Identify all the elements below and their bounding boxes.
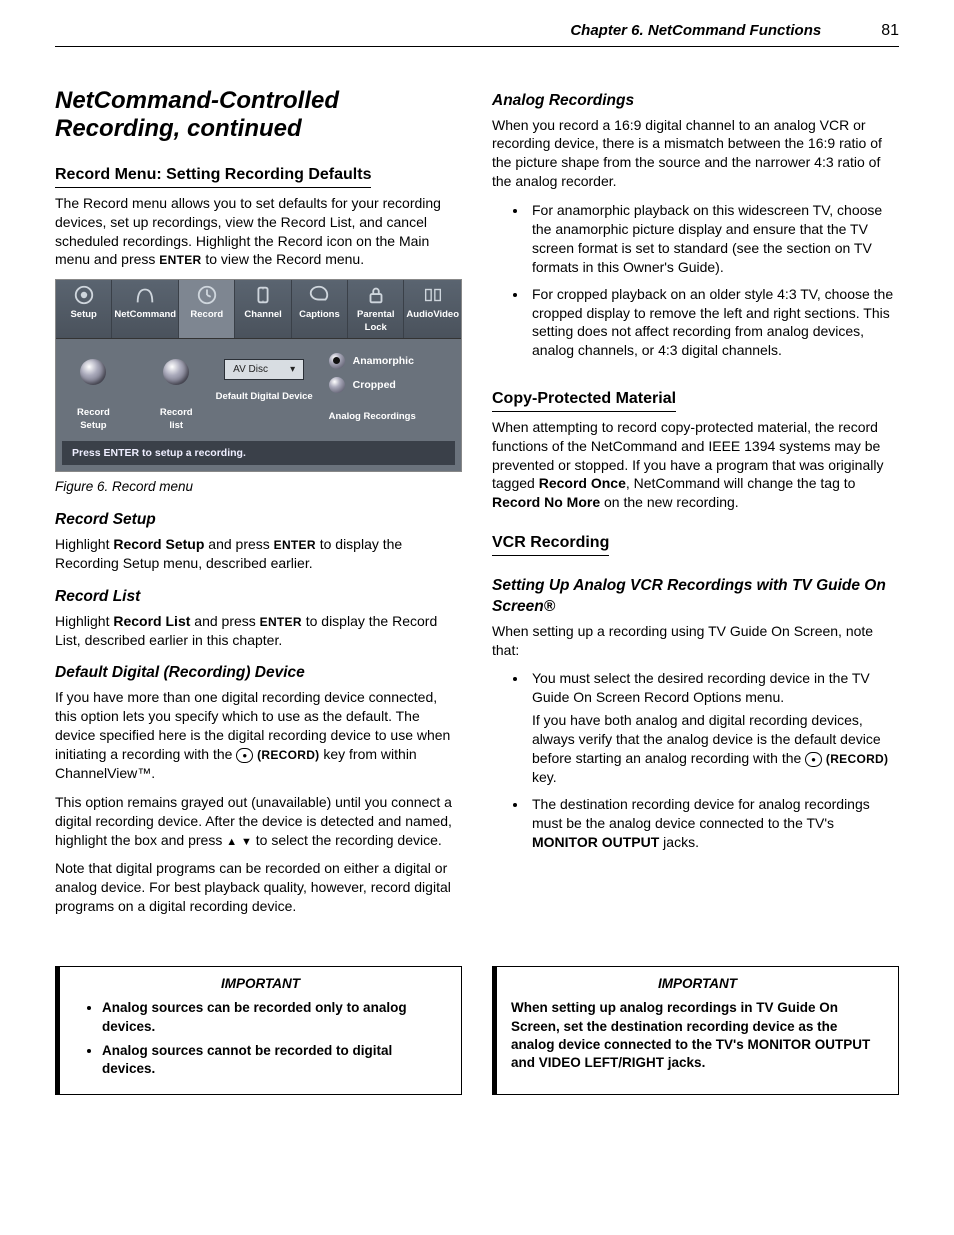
subhead-default-device: Default Digital (Recording) Device [55,663,462,684]
list-item: You must select the desired recording de… [528,669,899,786]
radio-anamorphic: Anamorphic [329,353,453,369]
page-number: 81 [881,20,899,42]
tab-netcommand: NetCommand [112,280,179,338]
default-device-dropdown: AV Disc▾ [224,359,304,381]
tab-setup: Setup [56,280,112,338]
list-item: For cropped playback on an older style 4… [528,285,899,361]
up-arrow-icon [226,832,237,848]
default-device-p3: Note that digital programs can be record… [55,859,462,916]
menu-record-list: Record list [153,359,200,433]
tab-audiovideo: AudioVideo [404,280,461,338]
vcr-paragraph: When setting up a recording using TV Gui… [492,622,899,660]
copy-protected-paragraph: When attempting to record copy-protected… [492,418,899,512]
section-vcr-recording: VCR Recording [492,532,609,556]
list-item: Analog sources cannot be recorded to dig… [102,1042,447,1078]
analog-recordings-bullets: For anamorphic playback on this widescre… [492,201,899,360]
subhead-record-list: Record List [55,587,462,608]
page-header: Chapter 6. NetCommand Functions 81 [55,20,899,47]
figure-caption: Figure 6. Record menu [55,478,462,496]
record-list-paragraph: Highlight Record List and press ENTER to… [55,612,462,650]
tab-parental-lock: Parental Lock [348,280,404,338]
menu-left-group: Record Setup Record list [64,353,200,433]
important-title: IMPORTANT [511,975,884,993]
tab-record: Record [179,280,235,338]
menu-default-device: AV Disc▾ Default Digital Device [208,353,321,433]
record-key-icon [805,752,822,767]
left-column: NetCommand-Controlled Recording, continu… [55,87,462,927]
menu-record-setup: Record Setup [64,359,123,433]
record-key-icon [236,748,253,763]
important-box-right: IMPORTANT When setting up analog recordi… [492,966,899,1095]
tab-captions: Captions [292,280,348,338]
menu-tabs: Setup NetCommand Record Channel Captions… [56,280,461,339]
default-device-p1: If you have more than one digital record… [55,688,462,782]
default-device-p2: This option remains grayed out (unavaila… [55,793,462,850]
list-item: For anamorphic playback on this widescre… [528,201,899,277]
page-title: NetCommand-Controlled Recording, continu… [55,87,462,145]
list-item: Analog sources can be recorded only to a… [102,999,447,1035]
chapter-title: Chapter 6. NetCommand Functions [570,21,821,41]
menu-footer: Press ENTER to setup a recording. [62,441,455,465]
down-arrow-icon [241,832,252,848]
record-menu-screenshot: Setup NetCommand Record Channel Captions… [55,279,462,471]
subhead-analog-recordings: Analog Recordings [492,91,899,112]
list-item: The destination recording device for ana… [528,795,899,852]
menu-body: Record Setup Record list AV Disc▾ Defaul… [56,339,461,441]
subhead-record-setup: Record Setup [55,510,462,531]
vcr-bullets: You must select the desired recording de… [492,669,899,851]
record-menu-paragraph: The Record menu allows you to set defaul… [55,194,462,270]
important-box-left: IMPORTANT Analog sources can be recorded… [55,966,462,1095]
important-right-text: When setting up analog recordings in TV … [511,999,884,1072]
analog-recordings-p: When you record a 16:9 digital channel t… [492,116,899,192]
tab-channel: Channel [235,280,291,338]
subhead-vcr-setup: Setting Up Analog VCR Recordings with TV… [492,576,899,618]
section-record-menu: Record Menu: Setting Recording Defaults [55,164,371,188]
section-copy-protected: Copy-Protected Material [492,388,676,412]
content-columns: NetCommand-Controlled Recording, continu… [55,87,899,927]
menu-analog-recordings: Anamorphic Cropped Analog Recordings [329,353,453,433]
radio-cropped: Cropped [329,377,453,393]
record-setup-paragraph: Highlight Record Setup and press ENTER t… [55,535,462,573]
enter-key: ENTER [159,253,201,267]
vcr-subnote: If you have both analog and digital reco… [532,711,899,787]
right-column: Analog Recordings When you record a 16:9… [492,87,899,927]
important-row: IMPORTANT Analog sources can be recorded… [55,966,899,1095]
important-title: IMPORTANT [74,975,447,993]
